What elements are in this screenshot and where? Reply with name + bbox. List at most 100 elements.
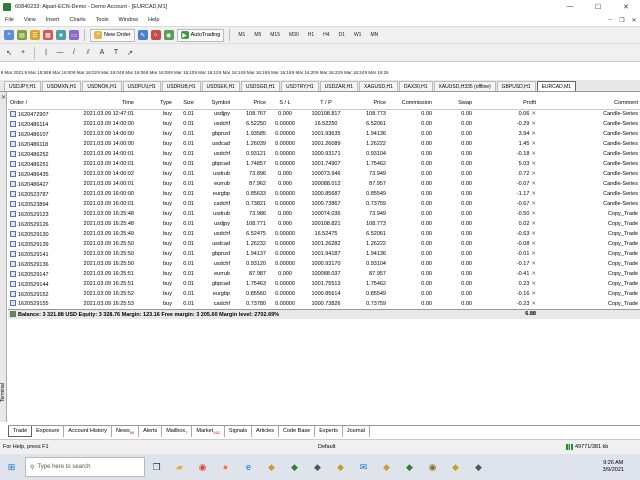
- timeframe-w1[interactable]: W1: [351, 32, 365, 38]
- col-profit[interactable]: Profit: [474, 98, 538, 110]
- table-row[interactable]: 1620529123 2021.03.09 16:25:48 buy 0.01 usdr…: [8, 209, 640, 219]
- taskbar-clock[interactable]: 9:26 AM 3/9/2021: [603, 460, 624, 474]
- close-order-icon[interactable]: ✕: [531, 141, 536, 147]
- firefox-icon[interactable]: ●: [216, 457, 236, 477]
- close-order-icon[interactable]: ✕: [531, 211, 536, 217]
- app-icon-5[interactable]: ◆: [377, 457, 397, 477]
- app-icon-6[interactable]: ◆: [400, 457, 420, 477]
- chart-tab-usdsek[interactable]: USDSEK,H1: [201, 81, 240, 91]
- maximize-button[interactable]: ☐: [584, 3, 612, 11]
- table-row[interactable]: 1620529139 2021.03.09 16:25:50 buy 0.01 usdc…: [8, 239, 640, 249]
- menu-insert[interactable]: Insert: [41, 17, 65, 23]
- app-icon-3[interactable]: ◆: [308, 457, 328, 477]
- file-explorer-icon[interactable]: ▰: [170, 457, 190, 477]
- app-icon-7[interactable]: ◆: [446, 457, 466, 477]
- vertical-line-tool-icon[interactable]: |: [41, 49, 51, 56]
- col-current-price[interactable]: Price: [350, 98, 388, 110]
- close-order-icon[interactable]: ✕: [531, 291, 536, 297]
- col-commission[interactable]: Commission: [388, 98, 434, 110]
- col-type[interactable]: Type: [136, 98, 174, 110]
- table-row[interactable]: 1620529136 2021.03.09 16:25:50 buy 0.01 usdc…: [8, 259, 640, 269]
- app-icon-2[interactable]: ◆: [285, 457, 305, 477]
- table-row[interactable]: 1620529147 2021.03.09 16:25:51 buy 0.01 eurr…: [8, 269, 640, 279]
- timeframe-d1[interactable]: D1: [336, 32, 348, 38]
- new-order-button[interactable]: + New Order: [90, 28, 135, 42]
- minimize-button[interactable]: —: [556, 3, 584, 11]
- close-order-icon[interactable]: ✕: [531, 131, 536, 137]
- new-chart-icon[interactable]: +: [4, 30, 14, 40]
- table-row[interactable]: 1620529141 2021.03.09 16:25:50 buy 0.01 gbpn…: [8, 249, 640, 259]
- table-row[interactable]: 1620486114 2021.03.09 14:00:00 buy 0.01 usdc…: [8, 119, 640, 129]
- signals-icon[interactable]: ◉: [163, 30, 174, 40]
- table-row[interactable]: 1620529155 2021.03.09 16:25:53 buy 0.01 cadc…: [8, 299, 640, 309]
- market-watch-icon[interactable]: ☰: [30, 30, 40, 40]
- table-row[interactable]: 1620529144 2021.03.09 16:25:51 buy 0.01 gbpc…: [8, 279, 640, 289]
- close-order-icon[interactable]: ✕: [531, 181, 536, 187]
- table-row[interactable]: 1620523787 2021.03.09 16:00:00 buy 0.01 eurg…: [8, 189, 640, 199]
- channel-tool-icon[interactable]: ⫽: [83, 49, 93, 57]
- menu-window[interactable]: Window: [114, 17, 144, 23]
- close-order-icon[interactable]: ✕: [531, 201, 536, 207]
- close-order-icon[interactable]: ✕: [531, 241, 536, 247]
- tab-experts[interactable]: Experts: [315, 426, 343, 437]
- col-price[interactable]: Price: [232, 98, 268, 110]
- menu-help[interactable]: Help: [143, 17, 164, 23]
- chart-minimize-button[interactable]: –: [604, 17, 616, 24]
- metaeditor-icon[interactable]: ✎: [137, 30, 148, 40]
- timeframe-h1[interactable]: H1: [305, 32, 317, 38]
- chart-tab-usdmxn[interactable]: USDMXN,H1: [41, 81, 82, 91]
- windows-start-icon[interactable]: ⊞: [2, 457, 22, 477]
- tab-signals[interactable]: Signals: [225, 426, 252, 437]
- close-order-icon[interactable]: ✕: [531, 191, 536, 197]
- profiles-icon[interactable]: ▤: [17, 30, 27, 40]
- timeframe-m15[interactable]: M15: [267, 32, 283, 38]
- horizontal-line-tool-icon[interactable]: —: [55, 49, 65, 56]
- col-comment[interactable]: Comment: [538, 98, 640, 110]
- close-order-icon[interactable]: ✕: [531, 271, 536, 277]
- chart-tab-xauusd[interactable]: XAUUSD,H335 (offline): [433, 81, 496, 91]
- table-row[interactable]: 1620529130 2021.03.09 16:25:49 buy 0.01 usdc…: [8, 229, 640, 239]
- app-icon-4[interactable]: ◆: [331, 457, 351, 477]
- tab-trade[interactable]: Trade: [8, 426, 33, 437]
- timeframe-m1[interactable]: M1: [235, 32, 248, 38]
- table-row[interactable]: 1620529152 2021.03.09 16:25:52 buy 0.01 eurg…: [8, 289, 640, 299]
- chart-tab-usdsgd[interactable]: USDSGD,H1: [240, 81, 281, 91]
- table-row[interactable]: 1620486118 2021.03.09 14:00:00 buy 0.01 usdc…: [8, 139, 640, 149]
- close-order-icon[interactable]: ✕: [531, 261, 536, 267]
- table-row[interactable]: 1620523894 2021.03.09 16:00:01 buy 0.01 cadc…: [8, 199, 640, 209]
- col-order[interactable]: Order /: [8, 98, 58, 110]
- close-order-icon[interactable]: ✕: [531, 281, 536, 287]
- cursor-tool-icon[interactable]: ↖: [4, 49, 14, 57]
- chart-tab-usdrub[interactable]: USDRUB,H1: [161, 81, 201, 91]
- tab-articles[interactable]: Articles: [252, 426, 279, 437]
- chart-restore-button[interactable]: ❐: [616, 17, 628, 24]
- close-order-icon[interactable]: ✕: [531, 161, 536, 167]
- edge-icon[interactable]: e: [239, 457, 259, 477]
- metatrader-taskbar-icon[interactable]: ◉: [423, 457, 443, 477]
- chart-tab-eurcad[interactable]: EURCAD,M1: [536, 81, 577, 91]
- mail-icon[interactable]: ✉: [354, 457, 374, 477]
- table-row[interactable]: 1620486427 2021.03.09 14:00:01 buy 0.01 eurr…: [8, 179, 640, 189]
- close-order-icon[interactable]: ✕: [531, 171, 536, 177]
- tab-market[interactable]: Market162: [192, 426, 225, 437]
- close-order-icon[interactable]: ✕: [531, 151, 536, 157]
- tab-news[interactable]: News99: [112, 426, 140, 437]
- taskbar-search-input[interactable]: ⚲ Type here to search: [25, 457, 145, 477]
- crosshair-tool-icon[interactable]: +: [18, 49, 28, 56]
- close-order-icon[interactable]: ✕: [531, 221, 536, 227]
- table-row[interactable]: 1620486252 2021.03.09 14:00:01 buy 0.01 usdc…: [8, 149, 640, 159]
- table-row[interactable]: 1620472907 2021.03.09 12:47:01 buy 0.01 usdj…: [8, 109, 640, 119]
- menu-view[interactable]: View: [19, 17, 41, 23]
- col-size[interactable]: Size: [174, 98, 196, 110]
- menu-file[interactable]: File: [0, 17, 19, 23]
- close-order-icon[interactable]: ✕: [531, 121, 536, 127]
- tab-mailbox[interactable]: Mailbox7: [162, 426, 193, 437]
- table-row[interactable]: 1620529126 2021.03.09 16:25:48 buy 0.01 usdj…: [8, 219, 640, 229]
- label-tool-icon[interactable]: T: [111, 49, 121, 56]
- menu-tools[interactable]: Tools: [91, 17, 114, 23]
- chart-tab-usdzar[interactable]: USDZAR,H1: [319, 81, 358, 91]
- task-view-icon[interactable]: ❐: [147, 457, 167, 477]
- close-order-icon[interactable]: ✕: [531, 231, 536, 237]
- arrow-tool-icon[interactable]: ↗: [125, 49, 135, 57]
- autotrading-button[interactable]: ▶ AutoTrading: [176, 28, 225, 42]
